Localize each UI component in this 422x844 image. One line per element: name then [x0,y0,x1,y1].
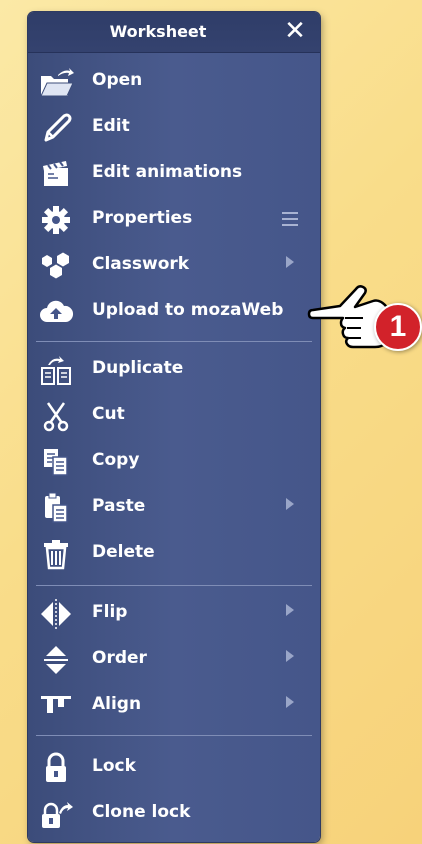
menu-item-label: Paste [92,496,146,516]
menu-item-copy[interactable]: Copy [28,440,320,484]
cloud-upload-icon [40,300,74,322]
paste-icon [45,492,68,523]
clapperboard-icon [43,161,68,186]
menu-item-label: Open [92,70,143,90]
menu-item-label: Edit animations [92,162,243,182]
menu-lines-icon[interactable] [282,212,298,226]
flip-icon [41,599,71,629]
menu-item-clone-lock[interactable]: Clone lock [28,792,320,836]
menu-item-label: Align [92,694,142,714]
submenu-arrow-icon [286,256,294,268]
copy-icon [44,449,68,476]
scissors-icon [43,402,69,432]
menu-item-label: Flip [92,602,128,622]
clone-lock-icon [42,802,73,828]
menu-item-upload-to-mozaweb[interactable]: Upload to mozaWeb [28,290,320,334]
menu-item-label: Edit [92,116,130,136]
lock-icon [46,752,66,782]
menu-item-align[interactable]: Align [28,684,320,728]
menu-item-label: Clone lock [92,802,191,822]
submenu-arrow-icon [286,696,294,708]
worksheet-context-menu: Worksheet ✕ Open Edit Edit animations Pr… [28,12,320,842]
menu-item-cut[interactable]: Cut [28,394,320,438]
hexagons-icon [42,252,69,279]
menu-item-paste[interactable]: Paste [28,486,320,530]
menu-item-order[interactable]: Order [28,638,320,682]
menu-title: Worksheet [109,22,207,41]
duplicate-icon [41,356,71,385]
menu-item-label: Lock [92,756,136,776]
submenu-arrow-icon [286,650,294,662]
menu-item-lock[interactable]: Lock [28,746,320,790]
menu-item-edit-animations[interactable]: Edit animations [28,152,320,196]
menu-item-label: Order [92,648,147,668]
menu-item-delete[interactable]: Delete [28,532,320,576]
menu-item-properties[interactable]: Properties [28,198,320,242]
submenu-arrow-icon [286,498,294,510]
gear-icon [42,206,70,234]
menu-divider [36,341,312,342]
close-icon[interactable]: ✕ [282,18,308,44]
order-icon [44,646,68,674]
align-icon [41,696,71,713]
menu-item-label: Cut [92,404,125,424]
menu-item-duplicate[interactable]: Duplicate [28,348,320,392]
pencil-icon [44,113,72,142]
menu-item-label: Copy [92,450,140,470]
open-folder-icon [40,68,74,97]
menu-divider [36,585,312,586]
menu-item-label: Classwork [92,254,190,274]
menu-divider [36,735,312,736]
menu-item-label: Upload to mozaWeb [92,300,284,320]
menu-item-label: Delete [92,542,155,562]
callout-number: 1 [389,310,407,343]
menu-item-label: Duplicate [92,358,184,378]
menu-item-label: Properties [92,208,193,228]
callout-badge: 1 [374,303,422,351]
trash-icon [44,540,68,570]
menu-item-open[interactable]: Open [28,60,320,104]
submenu-arrow-icon [286,604,294,616]
menu-item-classwork[interactable]: Classwork [28,244,320,288]
menu-titlebar: Worksheet ✕ [28,12,320,53]
menu-item-flip[interactable]: Flip [28,592,320,636]
menu-item-edit[interactable]: Edit [28,106,320,150]
